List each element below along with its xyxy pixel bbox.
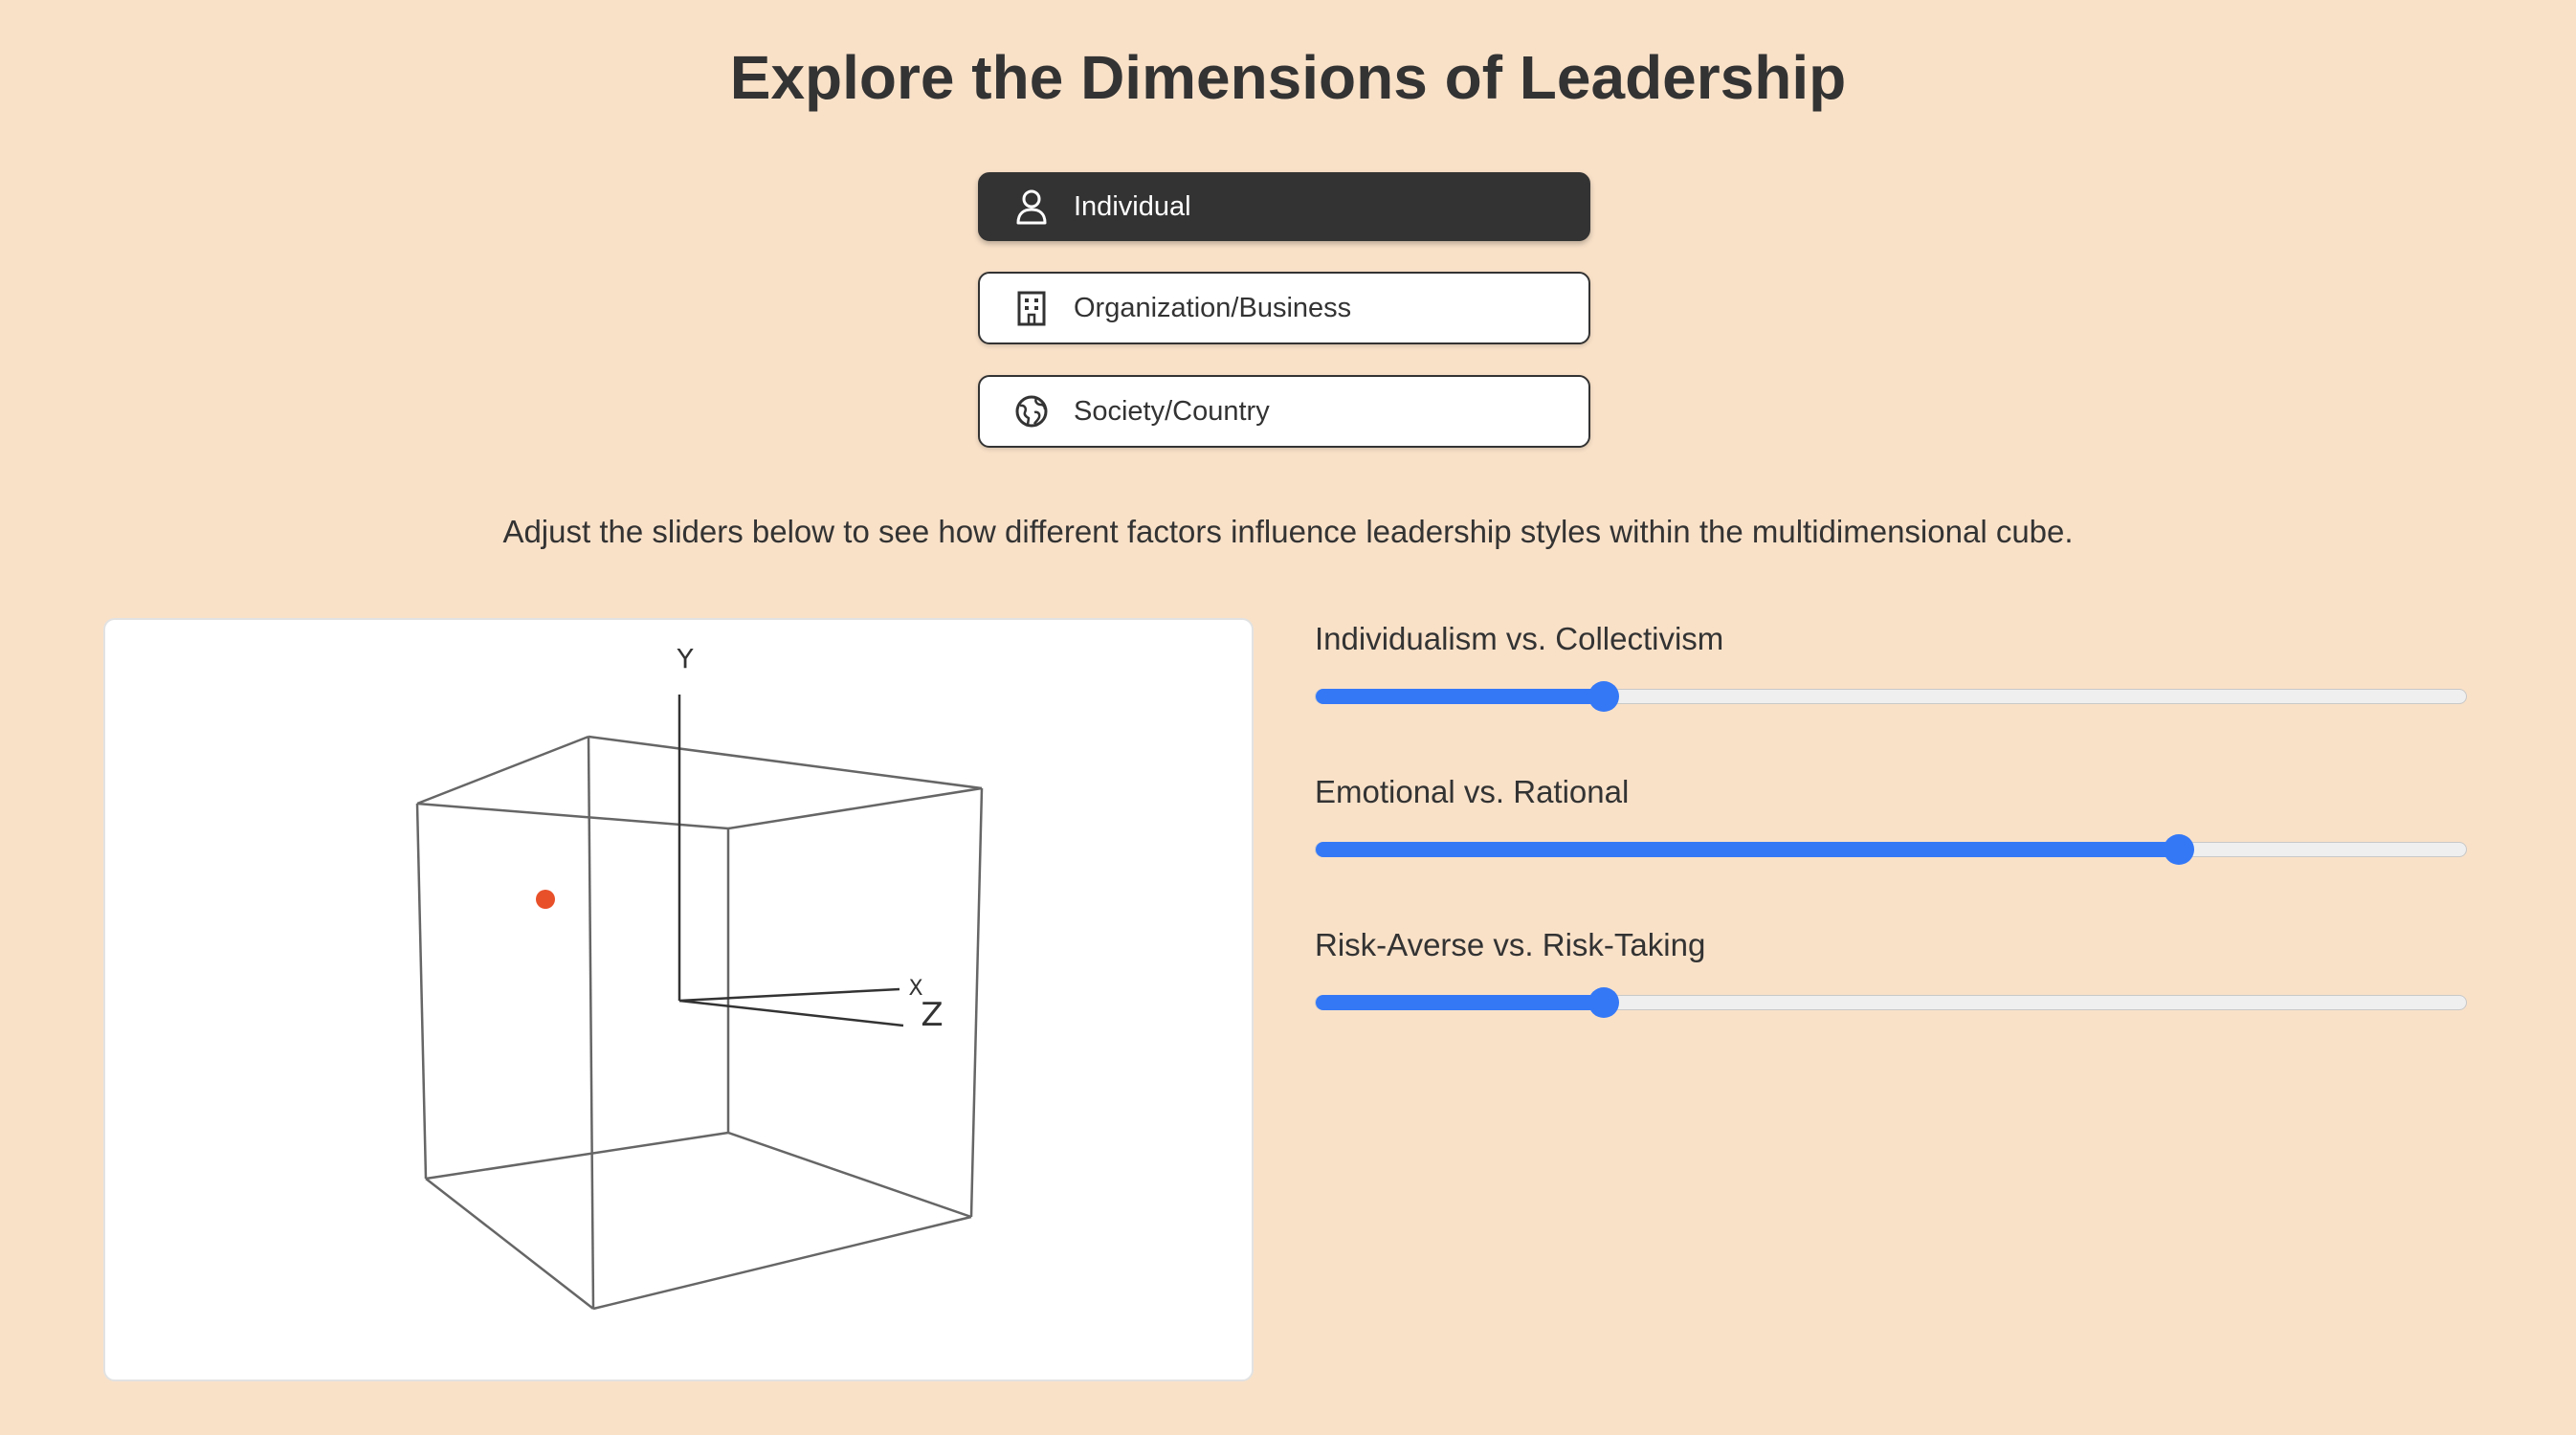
z-axis-line <box>678 999 904 1027</box>
individualism-collectivism-label: Individualism vs. Collectivism <box>1315 621 1724 656</box>
risk-averse-risk-taking-slider-group: Risk-Averse vs. Risk-Taking <box>1315 924 2467 1018</box>
individual-button[interactable]: Individual <box>978 172 1590 241</box>
instructions-text: Adjust the sliders below to see how diff… <box>502 514 2074 549</box>
slider-thumb[interactable] <box>1588 987 1619 1018</box>
organization-business-button[interactable]: Organization/Business <box>978 272 1590 344</box>
slider-fill <box>1316 689 1604 704</box>
person-icon <box>1012 188 1051 226</box>
cube-edge <box>416 735 589 806</box>
individualism-collectivism-slider-group: Individualism vs. Collectivism <box>1315 618 2467 712</box>
x-axis-line <box>678 987 900 1003</box>
cube-edge <box>587 736 595 1310</box>
cube-visualization[interactable]: Y X Z <box>103 618 1254 1381</box>
society-country-button-label: Society/Country <box>1074 395 1270 427</box>
cube-edge <box>727 1131 972 1219</box>
slider-thumb[interactable] <box>1588 681 1619 712</box>
cube-edge <box>727 786 983 830</box>
slider-thumb[interactable] <box>2163 834 2194 865</box>
leadership-position-point <box>536 890 555 909</box>
slider-fill <box>1316 995 1604 1010</box>
risk-averse-risk-taking-label: Risk-Averse vs. Risk-Taking <box>1315 927 1706 962</box>
building-icon <box>1012 289 1051 327</box>
cube-edge <box>425 1131 729 1181</box>
emotional-rational-slider-group: Emotional vs. Rational <box>1315 771 2467 865</box>
risk-averse-risk-taking-slider[interactable] <box>1315 987 2467 1018</box>
cube-edge <box>415 803 428 1180</box>
z-axis-label: Z <box>921 996 943 1034</box>
cube-edge <box>416 802 729 830</box>
globe-icon <box>1012 392 1051 430</box>
slider-fill <box>1316 842 2179 857</box>
society-country-button[interactable]: Society/Country <box>978 375 1590 448</box>
y-axis-label: Y <box>676 643 694 674</box>
emotional-rational-slider[interactable] <box>1315 834 2467 865</box>
cube-edge <box>588 735 983 790</box>
individualism-collectivism-slider[interactable] <box>1315 681 2467 712</box>
individual-button-label: Individual <box>1074 190 1191 222</box>
cube-wireframe <box>415 735 984 1311</box>
cube-edge <box>425 1178 594 1310</box>
organization-business-button-label: Organization/Business <box>1074 292 1352 323</box>
cube-edge <box>592 1215 972 1311</box>
cube-edge <box>969 787 984 1218</box>
cube-axes <box>677 695 904 1027</box>
page-title: Explore the Dimensions of Leadership <box>729 43 1847 112</box>
cube-canvas: Y X Z <box>415 643 984 1311</box>
emotional-rational-label: Emotional vs. Rational <box>1315 774 1630 809</box>
